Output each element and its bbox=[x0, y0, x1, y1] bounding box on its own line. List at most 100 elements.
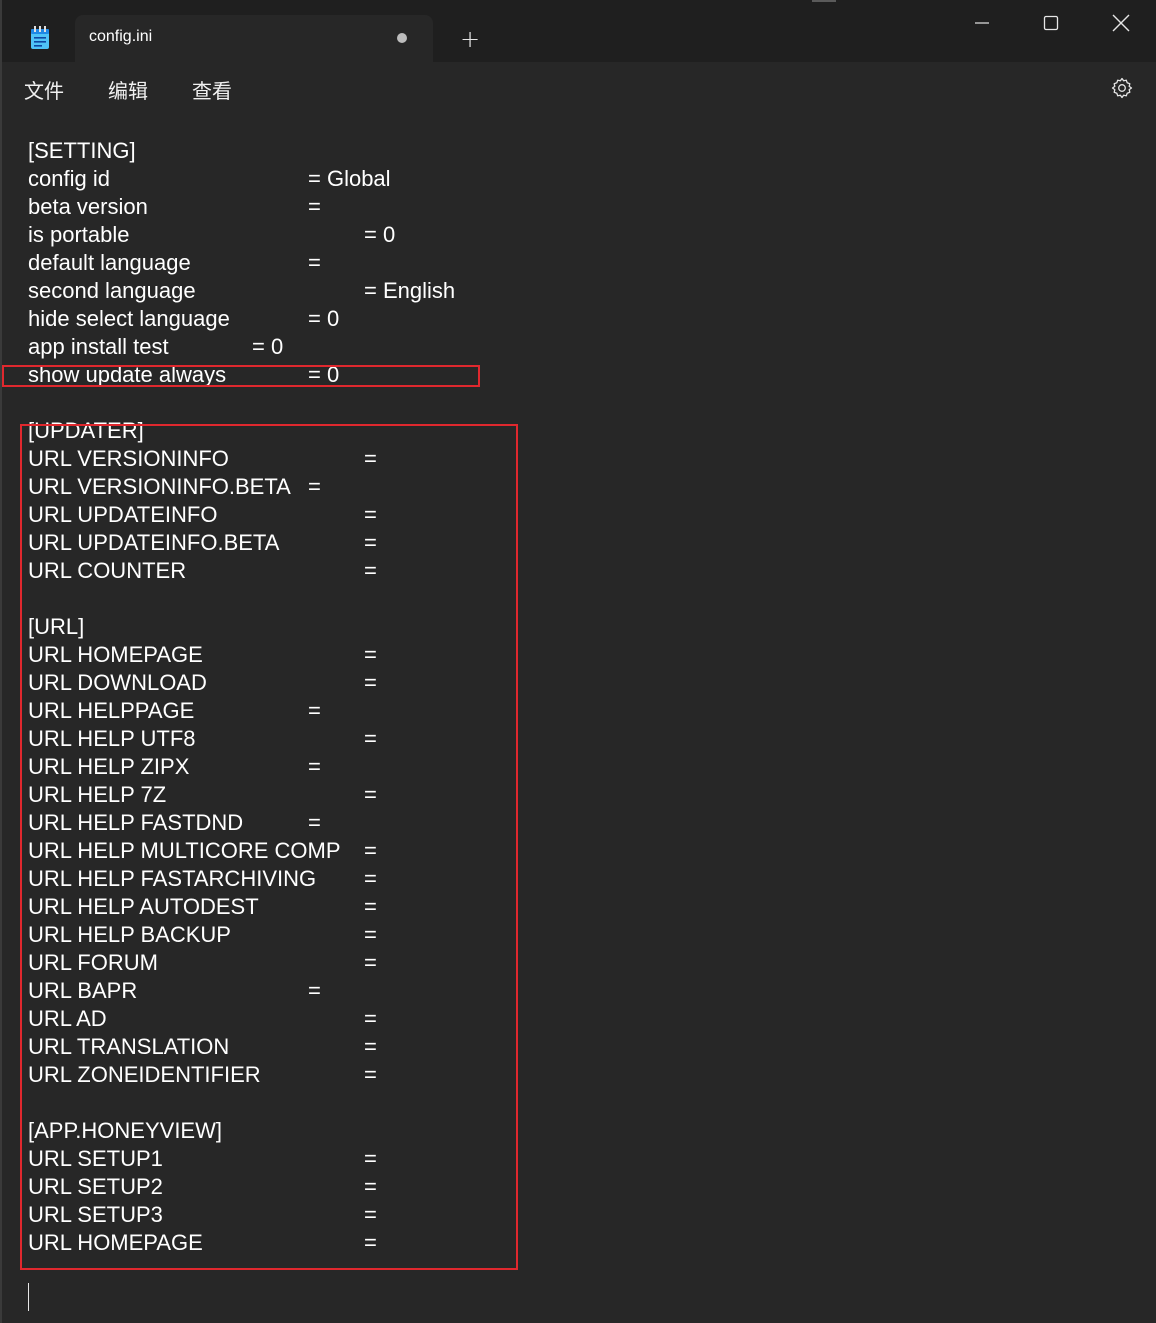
text-line: URL VERSIONINFO.BETA = bbox=[28, 473, 1128, 501]
line-value: = bbox=[308, 474, 321, 499]
line-value: = bbox=[308, 754, 321, 779]
text-line: URL HELP BACKUP = bbox=[28, 921, 1128, 949]
menu-file[interactable]: 文件 bbox=[24, 75, 64, 104]
line-key: URL SETUP3 bbox=[28, 1202, 163, 1227]
text-line: URL UPDATEINFO = bbox=[28, 501, 1128, 529]
line-value: = bbox=[364, 1062, 377, 1087]
line-key: URL HELP AUTODEST bbox=[28, 894, 259, 919]
text-line: URL COUNTER = bbox=[28, 557, 1128, 585]
close-button[interactable] bbox=[1086, 0, 1156, 46]
line-key: URL HELP FASTDND bbox=[28, 810, 244, 835]
line-value: = bbox=[364, 866, 377, 891]
line-value: = bbox=[364, 642, 377, 667]
line-key: default language bbox=[28, 250, 191, 275]
menu-edit[interactable]: 编辑 bbox=[108, 75, 148, 104]
line-key: URL SETUP1 bbox=[28, 1146, 163, 1171]
settings-button[interactable] bbox=[1106, 72, 1138, 104]
line-value: = 0 bbox=[308, 362, 340, 387]
new-tab-button[interactable]: + bbox=[452, 22, 488, 56]
line-value: = bbox=[364, 1202, 377, 1227]
text-line: URL ZONEIDENTIFIER = bbox=[28, 1061, 1128, 1089]
line-key: URL HELP MULTICORE COMP bbox=[28, 838, 341, 863]
text-line bbox=[28, 389, 1128, 417]
text-line: URL HELP ZIPX = bbox=[28, 753, 1128, 781]
line-value: = bbox=[364, 838, 377, 863]
line-key: URL HELP UTF8 bbox=[28, 726, 196, 751]
text-line: URL SETUP2 = bbox=[28, 1173, 1128, 1201]
line-key: is portable bbox=[28, 222, 130, 247]
line-value: = bbox=[364, 502, 377, 527]
line-key: config id bbox=[28, 166, 110, 191]
line-key: URL HELP ZIPX bbox=[28, 754, 190, 779]
line-key: URL HOMEPAGE bbox=[28, 1230, 203, 1255]
line-value: = English bbox=[364, 278, 456, 303]
text-line: URL SETUP1 = bbox=[28, 1145, 1128, 1173]
text-line: app install test = 0 bbox=[28, 333, 1128, 361]
line-value: = bbox=[308, 194, 321, 219]
line-value: = bbox=[364, 922, 377, 947]
line-value: = 0 bbox=[364, 222, 396, 247]
text-line: URL VERSIONINFO = bbox=[28, 445, 1128, 473]
minimize-button[interactable] bbox=[947, 0, 1017, 46]
text-line: URL HELPPAGE = bbox=[28, 697, 1128, 725]
maximize-icon bbox=[1043, 15, 1059, 31]
text-line: URL HOMEPAGE = bbox=[28, 1229, 1128, 1257]
line-key: second language bbox=[28, 278, 196, 303]
line-key: URL COUNTER bbox=[28, 558, 187, 583]
line-value: = bbox=[364, 558, 377, 583]
line-key: [SETTING] bbox=[28, 138, 136, 163]
text-line: second language = English bbox=[28, 277, 1128, 305]
text-caret bbox=[28, 1283, 29, 1311]
text-line: URL HELP AUTODEST = bbox=[28, 893, 1128, 921]
line-value: = bbox=[364, 1230, 377, 1255]
text-line: [UPDATER] bbox=[28, 417, 1128, 445]
line-value: = bbox=[364, 782, 377, 807]
tab-config-ini[interactable]: config.ini bbox=[75, 15, 433, 62]
line-value: = bbox=[364, 1006, 377, 1031]
line-key: [UPDATER] bbox=[28, 418, 144, 443]
line-value: = bbox=[364, 894, 377, 919]
text-line: show update always = 0 bbox=[28, 361, 1128, 389]
line-value: = bbox=[364, 670, 377, 695]
line-key: hide select language bbox=[28, 306, 230, 331]
line-value: = bbox=[308, 250, 321, 275]
line-value: = bbox=[308, 810, 321, 835]
text-line: URL HELP FASTDND = bbox=[28, 809, 1128, 837]
line-key: URL FORUM bbox=[28, 950, 158, 975]
line-key: URL HELPPAGE bbox=[28, 698, 195, 723]
line-value: = bbox=[364, 1174, 377, 1199]
line-key: show update always bbox=[28, 362, 227, 387]
text-line: [URL] bbox=[28, 613, 1128, 641]
line-value: = bbox=[364, 1146, 377, 1171]
text-line bbox=[28, 1089, 1128, 1117]
line-key: [URL] bbox=[28, 614, 85, 639]
line-key: URL HELP 7Z bbox=[28, 782, 167, 807]
text-line: [SETTING] bbox=[28, 137, 1128, 165]
minimize-icon bbox=[975, 22, 989, 24]
line-value: = bbox=[364, 726, 377, 751]
line-key: URL DOWNLOAD bbox=[28, 670, 207, 695]
line-key: URL ZONEIDENTIFIER bbox=[28, 1062, 261, 1087]
notepad-app-icon bbox=[30, 26, 50, 50]
window-grip bbox=[812, 0, 836, 2]
line-value: = bbox=[308, 978, 321, 1003]
text-line: URL FORUM = bbox=[28, 949, 1128, 977]
text-line: is portable = 0 bbox=[28, 221, 1128, 249]
line-key: URL AD bbox=[28, 1006, 107, 1031]
line-key: beta version bbox=[28, 194, 148, 219]
menu-view[interactable]: 查看 bbox=[192, 75, 232, 104]
line-key: URL HELP FASTARCHIVING bbox=[28, 866, 317, 891]
text-line: hide select language = 0 bbox=[28, 305, 1128, 333]
line-key: URL SETUP2 bbox=[28, 1174, 163, 1199]
menu-bar: 文件 编辑 查看 bbox=[2, 62, 1156, 114]
text-line: URL DOWNLOAD = bbox=[28, 669, 1128, 697]
line-value: = Global bbox=[308, 166, 391, 191]
line-key: [APP.HONEYVIEW] bbox=[28, 1118, 222, 1143]
gear-icon bbox=[1111, 77, 1133, 99]
line-value: = 0 bbox=[252, 334, 284, 359]
line-value: = bbox=[308, 698, 321, 723]
text-line: URL HELP 7Z = bbox=[28, 781, 1128, 809]
line-key: URL VERSIONINFO bbox=[28, 446, 229, 471]
unsaved-dot-icon[interactable] bbox=[397, 33, 407, 43]
maximize-button[interactable] bbox=[1016, 0, 1086, 46]
